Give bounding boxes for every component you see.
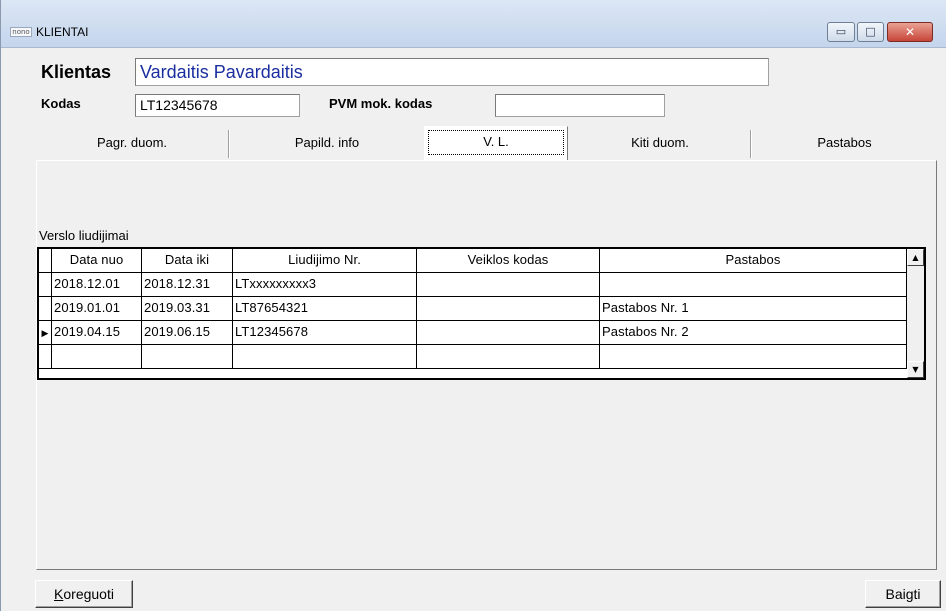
column-header[interactable]: Liudijimo Nr. (233, 249, 417, 273)
row-indicator (39, 345, 52, 369)
table-cell[interactable]: LT87654321 (233, 297, 417, 321)
column-header[interactable]: Veiklos kodas (417, 249, 600, 273)
table-cell[interactable] (600, 345, 907, 369)
table-cell[interactable] (52, 345, 142, 369)
close-button[interactable]: ✕ (887, 22, 933, 42)
tab-strip: Pagr. duom. Papild. info V. L. Kiti duom… (36, 126, 937, 162)
vat-code-label: PVM mok. kodas (329, 96, 433, 111)
client-code-field[interactable]: LT12345678 (135, 94, 300, 117)
column-header[interactable]: Data nuo (52, 249, 142, 273)
table-cell[interactable] (600, 273, 907, 297)
client-name-label: Klientas (41, 62, 112, 82)
tab-vl[interactable]: V. L. (424, 126, 568, 160)
business-certificates-grid[interactable]: Data nuo Data iki Liudijimo Nr. Veiklos … (37, 247, 926, 380)
vat-code-field[interactable] (495, 94, 665, 117)
table-cell[interactable] (417, 321, 600, 345)
row-indicator (39, 297, 52, 321)
scroll-up-icon: ▲ (912, 253, 919, 262)
scroll-down-button[interactable]: ▼ (907, 361, 924, 378)
app-icon: nono (10, 27, 32, 37)
table-cell[interactable] (233, 345, 417, 369)
edit-button[interactable]: Koreguoti (35, 580, 133, 608)
table-cell[interactable]: Pastabos Nr. 2 (600, 321, 907, 345)
table-cell[interactable] (417, 345, 600, 369)
title-bar[interactable]: nono KLIENTAI ▭ □ ✕ (1, 0, 946, 48)
table-cell[interactable]: 2018.12.01 (52, 273, 142, 297)
current-row-arrow-icon: ▶ (39, 321, 52, 345)
maximize-icon: □ (865, 25, 876, 38)
maximize-button[interactable]: □ (857, 22, 884, 42)
indicator-header (39, 249, 52, 273)
table-cell[interactable]: 2018.12.31 (142, 273, 233, 297)
table-cell[interactable]: Pastabos Nr. 1 (600, 297, 907, 321)
focus-rectangle (428, 130, 564, 155)
table-cell[interactable] (417, 297, 600, 321)
tab-papild-info[interactable]: Papild. info (230, 128, 424, 162)
table-cell[interactable]: 2019.01.01 (52, 297, 142, 321)
klientai-window: nono KLIENTAI ▭ □ ✕ Klientas Vardaitis P… (0, 0, 946, 611)
column-header[interactable]: Data iki (142, 249, 233, 273)
finish-button[interactable]: Baigti (865, 580, 941, 608)
grid-caption: Verslo liudijimai (39, 228, 129, 243)
row-indicator (39, 273, 52, 297)
client-code-label: Kodas (41, 96, 81, 111)
tab-kiti-duom[interactable]: Kiti duom. (570, 128, 750, 162)
minimize-icon: ▭ (835, 25, 847, 38)
client-name-field[interactable]: Vardaitis Pavardaitis (135, 58, 769, 86)
vertical-scrollbar[interactable]: ▲ ▼ (907, 249, 924, 378)
table-cell[interactable]: 2019.04.15 (52, 321, 142, 345)
table-cell[interactable]: 2019.03.31 (142, 297, 233, 321)
table-cell[interactable]: LT12345678 (233, 321, 417, 345)
table-cell[interactable] (142, 345, 233, 369)
table-cell[interactable]: 2019.06.15 (142, 321, 233, 345)
tab-pastabos[interactable]: Pastabos (752, 128, 937, 162)
tab-pagr-duom[interactable]: Pagr. duom. (36, 128, 228, 162)
scroll-down-icon: ▼ (912, 365, 919, 374)
scroll-up-button[interactable]: ▲ (907, 249, 924, 266)
edit-button-label: oreguoti (63, 586, 114, 602)
column-header[interactable]: Pastabos (600, 249, 907, 273)
window-title: KLIENTAI (36, 25, 89, 39)
table-cell[interactable]: LTxxxxxxxxx3 (233, 273, 417, 297)
minimize-button[interactable]: ▭ (827, 22, 855, 42)
table-cell[interactable] (417, 273, 600, 297)
edit-button-accelerator: K (54, 586, 64, 602)
close-icon: ✕ (904, 25, 916, 39)
